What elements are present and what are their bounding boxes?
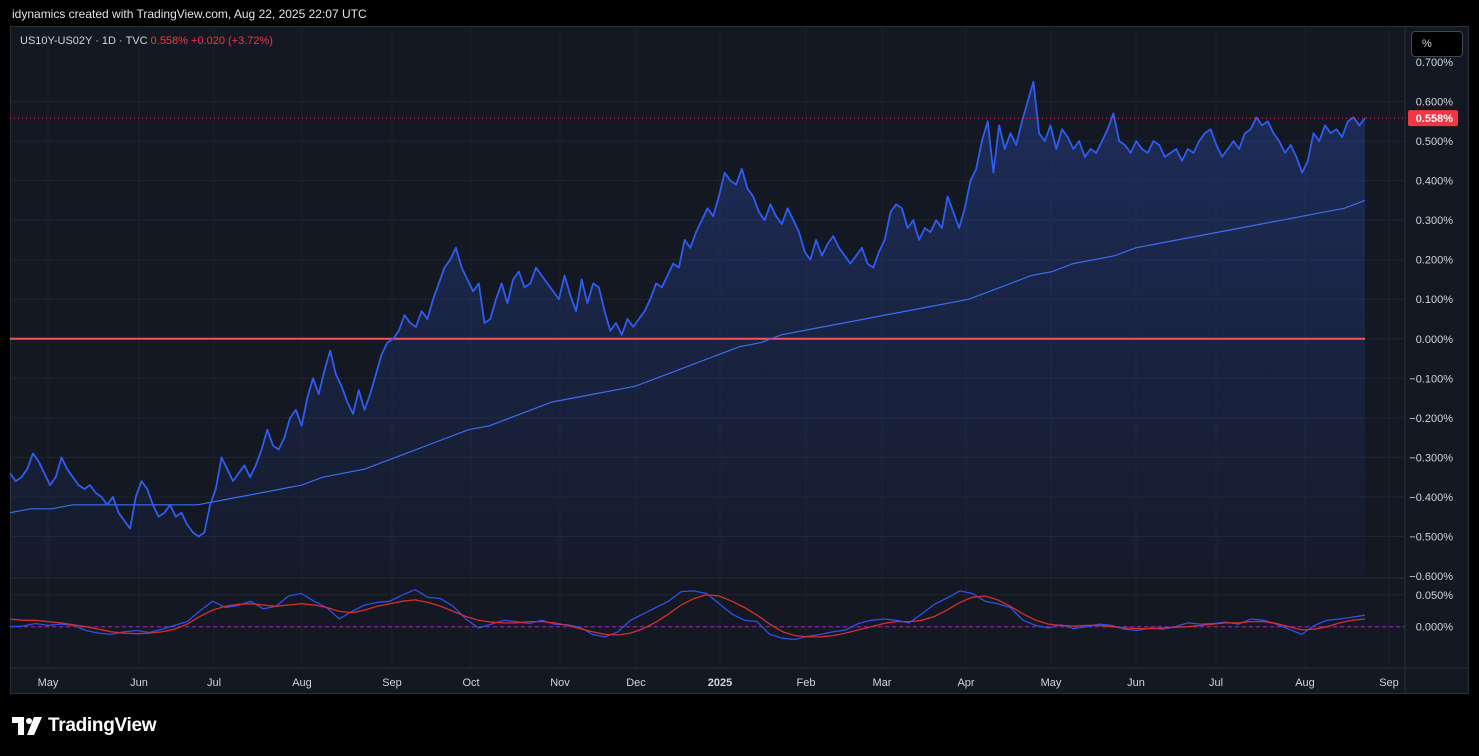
percent-scale-button[interactable]: %: [1411, 31, 1463, 57]
price-tick-label: 0.100%: [1416, 294, 1454, 306]
price-tick-label: −0.400%: [1409, 492, 1453, 504]
price-tick-label: 0.000%: [1416, 334, 1454, 346]
time-tick-label: Jun: [130, 677, 148, 689]
price-area: [9, 80, 1405, 577]
chart-legend[interactable]: US10Y-US02Y · 1D · TVC 0.558% +0.020 (+3…: [20, 35, 273, 47]
time-tick-label: Jul: [1209, 677, 1223, 689]
price-scale[interactable]: 0.700% 0.600% 0.500% 0.400% 0.300% 0.200% 0.10…: [1409, 57, 1453, 583]
last-value: 0.558%: [150, 35, 188, 47]
price-tick-label: −0.300%: [1409, 452, 1453, 464]
osc-tick-label: 0.050%: [1416, 590, 1454, 602]
price-tick-label: 0.500%: [1416, 136, 1454, 148]
time-tick-label: Nov: [550, 677, 570, 689]
time-tick-label: Feb: [797, 677, 816, 689]
last-price-badge-label: 0.558%: [1416, 113, 1454, 125]
symbol-label[interactable]: US10Y-US02Y · 1D · TVC: [20, 35, 148, 47]
tradingview-wordmark: TradingView: [48, 715, 157, 736]
price-tick-label: −0.200%: [1409, 413, 1453, 425]
time-tick-label: Aug: [1295, 677, 1315, 689]
time-tick-label: May: [1041, 677, 1062, 689]
price-tick-label: 0.400%: [1416, 176, 1454, 188]
oscillator-pane: [9, 588, 1405, 641]
change-value: +0.020 (+3.72%): [191, 35, 273, 47]
tradingview-logo[interactable]: TradingView: [12, 714, 157, 738]
time-tick-label: Mar: [873, 677, 892, 689]
time-tick-label: Jul: [207, 677, 221, 689]
time-tick-label: Sep: [1379, 677, 1399, 689]
price-tick-label: 0.700%: [1416, 57, 1454, 69]
price-tick-label: 0.200%: [1416, 255, 1454, 267]
time-tick-label: Apr: [957, 677, 974, 689]
time-tick-label: May: [38, 677, 59, 689]
price-tick-label: 0.600%: [1416, 97, 1454, 109]
time-tick-label: Sep: [382, 677, 402, 689]
oscillator-scale[interactable]: 0.050% 0.000%: [1416, 590, 1454, 634]
time-tick-label: 2025: [708, 677, 732, 689]
price-tick-label: −0.500%: [1409, 531, 1453, 543]
time-tick-label: Aug: [292, 677, 312, 689]
oscillator-fast-line[interactable]: [9, 588, 1366, 641]
tradingview-logo-icon: [12, 717, 42, 735]
time-tick-label: Jun: [1127, 677, 1145, 689]
price-tick-label: −0.600%: [1409, 571, 1453, 583]
time-tick-label: Dec: [626, 677, 646, 689]
price-tick-label: −0.100%: [1409, 373, 1453, 385]
last-price-badge: 0.558%: [1408, 110, 1458, 127]
chart-canvas[interactable]: 0.700% 0.600% 0.500% 0.400% 0.300% 0.200% 0.10…: [0, 0, 1479, 756]
time-tick-label: Oct: [462, 677, 479, 689]
price-tick-label: 0.300%: [1416, 215, 1454, 227]
osc-tick-label: 0.000%: [1416, 622, 1454, 634]
time-scale[interactable]: May Jun Jul Aug Sep Oct Nov Dec 2025 Feb Mar Apr May…: [38, 677, 1399, 689]
